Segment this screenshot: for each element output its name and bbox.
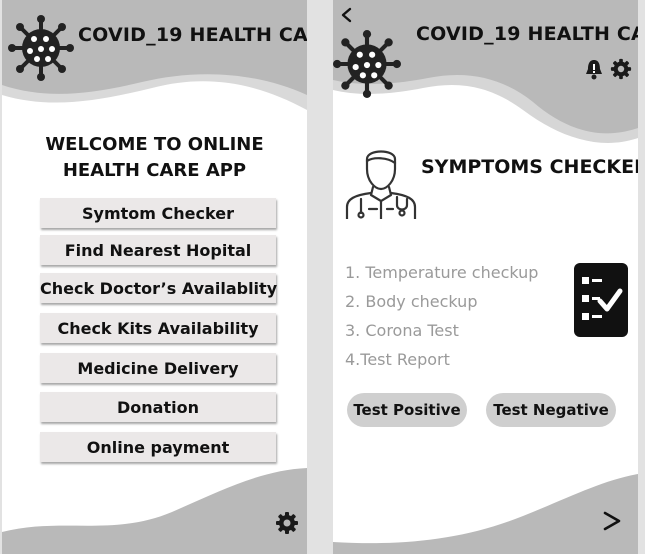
footer-wave (2, 468, 307, 554)
symptoms-checker-title: SYMPTOMS CHECKER (421, 156, 638, 178)
test-negative-button[interactable]: Test Negative (486, 393, 616, 427)
virus-logo-icon (8, 15, 74, 81)
online-payment-button[interactable]: Online payment (40, 432, 276, 462)
symptoms-screen: COVID_19 HEALTH CARE (333, 0, 638, 554)
find-nearest-hospital-button[interactable]: Find Nearest Hopital (40, 235, 276, 265)
welcome-line-1: WELCOME TO ONLINE (45, 134, 264, 155)
medicine-delivery-button[interactable]: Medicine Delivery (40, 353, 276, 383)
settings-gear-icon[interactable] (610, 58, 632, 80)
donation-button[interactable]: Donation (40, 392, 276, 422)
bell-alert-icon[interactable] (584, 58, 604, 80)
welcome-heading: WELCOME TO ONLINE HEALTH CARE APP (2, 132, 307, 184)
check-doctor-availability-button[interactable]: Check Doctor’s Availablity (40, 273, 277, 303)
virus-logo-icon (333, 30, 401, 98)
symptom-checker-button[interactable]: Symtom Checker (40, 198, 276, 228)
next-chevron-right-icon[interactable] (601, 510, 623, 532)
welcome-line-2: HEALTH CARE APP (62, 160, 247, 181)
footer-wave (333, 474, 638, 554)
test-positive-button[interactable]: Test Positive (347, 393, 467, 427)
steps-list: 1. Temperature checkup 2. Body checkup 3… (345, 258, 538, 374)
check-kits-availability-button[interactable]: Check Kits Availability (40, 313, 276, 343)
app-title: COVID_19 HEALTH CARE (416, 23, 638, 45)
home-screen: COVID_19 HEALTH CARE WELCOME TO ONLINE H… (2, 0, 307, 554)
list-item[interactable]: 4.Test Report (345, 345, 538, 374)
list-item[interactable]: 3. Corona Test (345, 316, 538, 345)
doctor-icon (345, 150, 417, 219)
checklist-icon (574, 263, 628, 337)
list-item[interactable]: 2. Body checkup (345, 287, 538, 316)
list-item[interactable]: 1. Temperature checkup (345, 258, 538, 287)
settings-gear-icon[interactable] (275, 511, 299, 535)
back-chevron-left-icon[interactable] (339, 7, 353, 23)
app-title: COVID_19 HEALTH CARE (78, 24, 307, 46)
